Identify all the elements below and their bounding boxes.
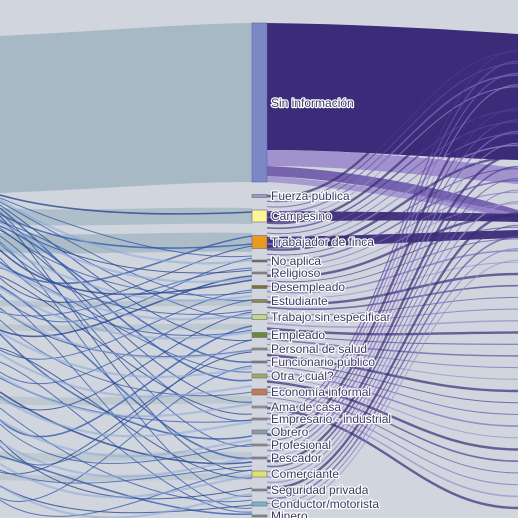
node-no-aplica[interactable]: [251, 259, 268, 263]
node-trabajo-sin-especificar[interactable]: [251, 314, 268, 320]
node-label-trabajador-de-finca: Trabajador de finca: [271, 235, 374, 249]
node-label-religioso: Religioso: [271, 266, 321, 280]
node-trabajador-de-finca[interactable]: [251, 235, 268, 249]
node-label-seguridad-privada: Seguridad privada: [271, 483, 369, 497]
node-empleado[interactable]: [251, 332, 268, 338]
node-label-obrero: Obrero: [271, 425, 309, 439]
node-label-empresario-industrial: Empresario - industrial: [271, 412, 391, 426]
node-group: [251, 22, 268, 518]
node-obrero[interactable]: [251, 429, 268, 435]
node-label-personal-de-salud: Personal de salud: [271, 342, 367, 356]
node-label-comerciante: Comerciante: [271, 467, 339, 481]
node-minero[interactable]: [251, 514, 268, 518]
node-label-minero: Minero: [271, 509, 308, 518]
node-label-sin-informacion: Sin información: [271, 96, 354, 110]
node-religioso[interactable]: [251, 271, 268, 275]
node-estudiante[interactable]: [251, 299, 268, 303]
left-flow-line: [0, 485, 253, 514]
node-label-profesional: Profesional: [271, 438, 331, 452]
node-label-campesino: Campesino: [271, 209, 332, 223]
node-seguridad-privada[interactable]: [251, 488, 268, 492]
node-campesino[interactable]: [251, 209, 268, 223]
node-desempleado[interactable]: [251, 285, 268, 289]
node-comerciante[interactable]: [251, 470, 268, 478]
left-flow-group: [0, 23, 253, 518]
node-personal-de-salud[interactable]: [251, 347, 268, 351]
left-flow-band: [0, 23, 252, 193]
sankey-svg: Sin información Fuerza pública Campesino Tr…: [0, 22, 518, 518]
node-label-trabajo-sin-especificar: Trabajo sin especificar: [271, 310, 391, 324]
node-economia-informal[interactable]: [251, 388, 268, 396]
sankey-diagram: Sin información Fuerza pública Campesino Tr…: [0, 0, 518, 518]
node-label-pescador: Pescador: [271, 451, 322, 465]
node-label-funcionario-publico: Funcionario público: [271, 355, 375, 369]
node-profesional[interactable]: [251, 443, 268, 447]
node-label-fuerza-publica: Fuerza pública: [271, 189, 350, 203]
node-funcionario-publico[interactable]: [251, 360, 268, 364]
node-label-estudiante: Estudiante: [271, 294, 328, 308]
node-pescador[interactable]: [251, 456, 268, 460]
node-empresario-industrial[interactable]: [251, 417, 268, 421]
node-ama-de-casa[interactable]: [251, 405, 268, 409]
node-label-empleado: Empleado: [271, 328, 325, 342]
node-sin-informacion[interactable]: [251, 22, 268, 183]
node-label-otra-cual: Otra ¿cuál?: [271, 369, 334, 383]
node-label-economia-informal: Economía informal: [271, 385, 371, 399]
node-fuerza-publica[interactable]: [251, 194, 268, 198]
node-label-desempleado: Desempleado: [271, 280, 345, 294]
node-conductor-motorista[interactable]: [251, 501, 268, 507]
node-otra-cual[interactable]: [251, 373, 268, 379]
